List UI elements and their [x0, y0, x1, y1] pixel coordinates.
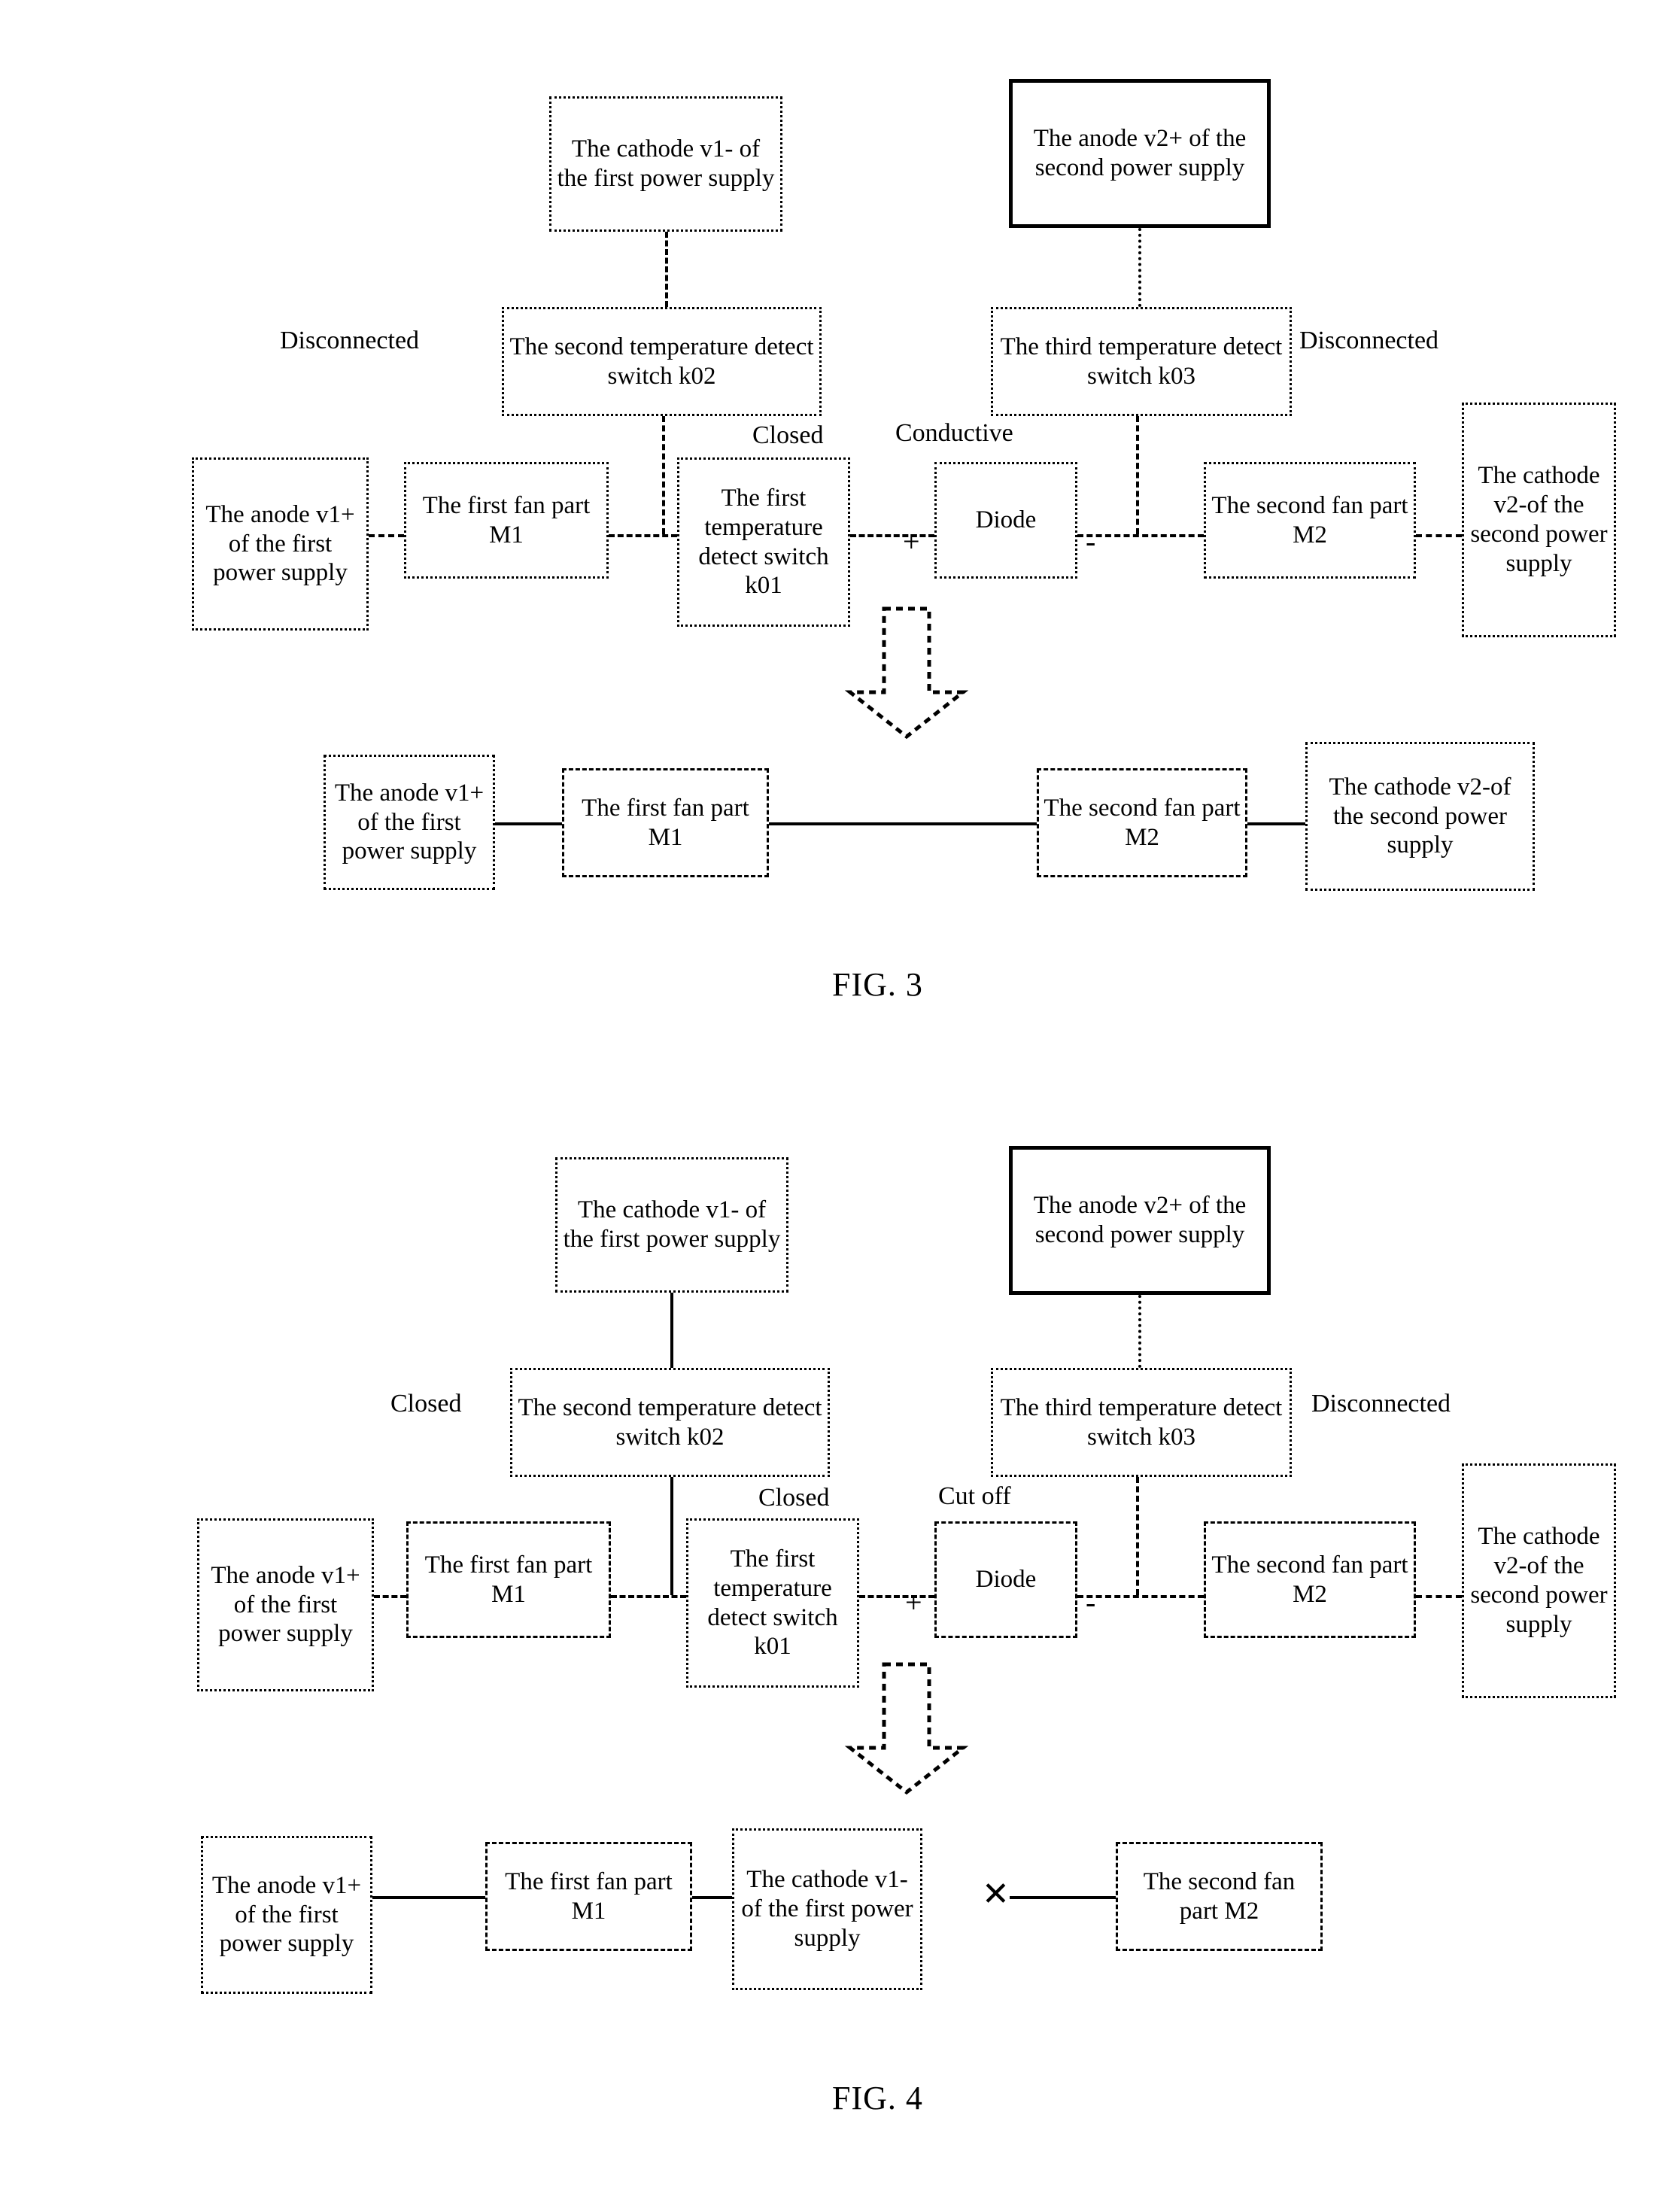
fig3-wire-m2-cathodev2	[1416, 534, 1462, 537]
fig4-line-k03-down	[1136, 1477, 1139, 1595]
patent-figure-sheet: The cathode v1- of the first power suppl…	[0, 0, 1680, 2188]
fig3-cathode-v2-label: The cathode v2-of the second power suppl…	[1470, 462, 1608, 577]
fig3-wire-k01-diode	[850, 534, 934, 537]
fig3-result-box-anode-v1: The anode v1+ of the first power supply	[324, 755, 495, 890]
fig3-line-cathodev1-to-k02	[665, 232, 668, 307]
fig3-diode-plus-sign: +	[903, 524, 920, 558]
fig3-switch-k02-label: The second temperature detect switch k02	[509, 333, 814, 390]
fig3-line-anodev2-to-k03	[1138, 228, 1141, 307]
fig3-result-arrow-icon	[844, 606, 969, 740]
fig3-anode-v1-label: The anode v1+ of the first power supply	[205, 500, 355, 587]
fig4-result-wire-broken	[1010, 1896, 1116, 1899]
fig3-wire-anodev1-m1	[369, 534, 404, 537]
fig3-box-anode-v2: The anode v2+ of the second power supply	[1009, 79, 1271, 228]
fig3-box-diode: Diode	[934, 462, 1077, 579]
fig3-diode-minus-sign: -	[1086, 524, 1096, 558]
fig4-box-cathode-v2: The cathode v2-of the second power suppl…	[1462, 1463, 1616, 1698]
fig4-label-diode-state: Cut off	[938, 1482, 1011, 1510]
fig4-diode-minus-sign: -	[1086, 1585, 1096, 1619]
fig4-fan-m2-label: The second fan part M2	[1211, 1551, 1408, 1608]
fig4-wire-diode-m2	[1077, 1595, 1204, 1598]
fig3-label-disconnected-left: Disconnected	[280, 327, 420, 354]
fig4-wire-m1-k01	[611, 1595, 686, 1598]
fig4-wire-anodev1-m1	[374, 1595, 406, 1598]
fig3-result-wire-3	[1247, 822, 1305, 825]
fig3-line-k03-down	[1136, 416, 1139, 534]
fig4-cathode-v2-label: The cathode v2-of the second power suppl…	[1470, 1523, 1608, 1638]
fig4-anode-v1-label: The anode v1+ of the first power supply	[211, 1561, 360, 1648]
fig3-label-closed-k01: Closed	[752, 421, 824, 449]
fig3-fan-m2-label: The second fan part M2	[1211, 491, 1408, 549]
fig3-result-box-fan-m2: The second fan part M2	[1037, 768, 1247, 877]
fig4-line-cathodev1-to-k02	[670, 1293, 673, 1368]
fig4-box-anode-v1: The anode v1+ of the first power supply	[197, 1518, 374, 1691]
fig3-label-disconnected-right: Disconnected	[1299, 327, 1439, 354]
fig4-cathode-v1-label: The cathode v1- of the first power suppl…	[563, 1196, 781, 1253]
fig4-switch-k03-label: The third temperature detect switch k03	[1000, 1393, 1283, 1451]
fig4-result-box-cathode-v1: The cathode v1- of the first power suppl…	[732, 1828, 922, 1990]
fig4-result-box-fan-m2: The second fan part M2	[1116, 1842, 1323, 1951]
fig4-result-arrow-icon	[844, 1662, 969, 1795]
fig3-box-cathode-v1: The cathode v1- of the first power suppl…	[549, 96, 782, 232]
fig4-diode-label: Diode	[975, 1566, 1037, 1594]
fig3-fan-m1-label: The first fan part M1	[422, 491, 591, 549]
fig4-line-k02-down	[670, 1477, 673, 1595]
fig4-result-box-fan-m1: The first fan part M1	[485, 1842, 692, 1951]
fig3-wire-m1-k01	[609, 534, 677, 537]
fig3-result-box-cathode-v2: The cathode v2-of the second power suppl…	[1305, 742, 1535, 891]
fig3-result-fan-m1-label: The first fan part M1	[582, 794, 749, 851]
fig4-box-anode-v2: The anode v2+ of the second power supply	[1009, 1146, 1271, 1295]
fig3-result-fan-m2-label: The second fan part M2	[1044, 794, 1241, 851]
fig4-label-closed-left: Closed	[390, 1390, 462, 1418]
fig4-result-wire-1	[372, 1896, 485, 1899]
fig4-box-switch-k03: The third temperature detect switch k03	[991, 1368, 1292, 1477]
fig4-diode-plus-sign: +	[905, 1585, 922, 1619]
fig3-label-diode-state: Conductive	[895, 419, 1013, 447]
fig4-wire-m2-cathodev2	[1416, 1595, 1462, 1598]
fig3-box-switch-k01: The first temperature detect switch k01	[677, 457, 850, 627]
fig3-cathode-v1-label: The cathode v1- of the first power suppl…	[557, 135, 775, 192]
fig3-wire-diode-m2	[1077, 534, 1204, 537]
fig4-box-fan-m2: The second fan part M2	[1204, 1521, 1416, 1638]
fig4-box-switch-k02: The second temperature detect switch k02	[510, 1368, 830, 1477]
fig3-box-cathode-v2: The cathode v2-of the second power suppl…	[1462, 403, 1616, 637]
fig4-caption: FIG. 4	[832, 2080, 923, 2117]
fig3-box-fan-m2: The second fan part M2	[1204, 462, 1416, 579]
fig4-result-wire-2	[692, 1896, 732, 1899]
fig4-switch-k02-label: The second temperature detect switch k02	[518, 1393, 822, 1451]
fig3-box-fan-m1: The first fan part M1	[404, 462, 609, 579]
fig3-anode-v2-label: The anode v2+ of the second power supply	[1033, 125, 1247, 181]
fig4-result-cathode-v1-label: The cathode v1- of the first power suppl…	[741, 1866, 913, 1952]
fig4-box-diode: Diode	[934, 1521, 1077, 1638]
fig3-result-box-fan-m1: The first fan part M1	[562, 768, 769, 877]
fig3-caption: FIG. 3	[832, 966, 923, 1003]
fig4-line-anodev2-to-k03	[1138, 1295, 1141, 1368]
fig3-result-wire-1	[495, 822, 562, 825]
fig4-result-fan-m1-label: The first fan part M1	[505, 1867, 673, 1925]
fig4-broken-connection-icon: ✕	[982, 1876, 1010, 1913]
fig4-result-fan-m2-label: The second fan part M2	[1143, 1867, 1296, 1925]
fig3-result-anode-v1-label: The anode v1+ of the first power supply	[334, 779, 485, 865]
fig4-box-fan-m1: The first fan part M1	[406, 1521, 611, 1638]
fig3-switch-k01-label: The first temperature detect switch k01	[698, 484, 829, 600]
fig4-box-switch-k01: The first temperature detect switch k01	[686, 1518, 859, 1688]
fig4-label-disconnected-right: Disconnected	[1311, 1390, 1451, 1418]
fig4-switch-k01-label: The first temperature detect switch k01	[707, 1545, 838, 1661]
fig4-label-closed-k01: Closed	[758, 1484, 830, 1512]
fig4-result-anode-v1-label: The anode v1+ of the first power supply	[211, 1871, 362, 1958]
fig4-box-cathode-v1: The cathode v1- of the first power suppl…	[555, 1157, 788, 1293]
fig3-box-switch-k02: The second temperature detect switch k02	[502, 307, 822, 416]
fig3-box-anode-v1: The anode v1+ of the first power supply	[192, 457, 369, 631]
fig3-box-switch-k03: The third temperature detect switch k03	[991, 307, 1292, 416]
fig4-wire-k01-diode	[859, 1595, 934, 1598]
fig4-result-box-anode-v1: The anode v1+ of the first power supply	[201, 1836, 372, 1994]
fig3-diode-label: Diode	[975, 506, 1037, 534]
fig3-line-k02-down	[662, 416, 665, 534]
fig3-result-cathode-v2-label: The cathode v2-of the second power suppl…	[1329, 773, 1511, 859]
fig3-result-wire-2	[769, 822, 1037, 825]
fig3-switch-k03-label: The third temperature detect switch k03	[1000, 333, 1283, 390]
fig4-fan-m1-label: The first fan part M1	[424, 1551, 593, 1608]
fig4-anode-v2-label: The anode v2+ of the second power supply	[1033, 1192, 1247, 1248]
